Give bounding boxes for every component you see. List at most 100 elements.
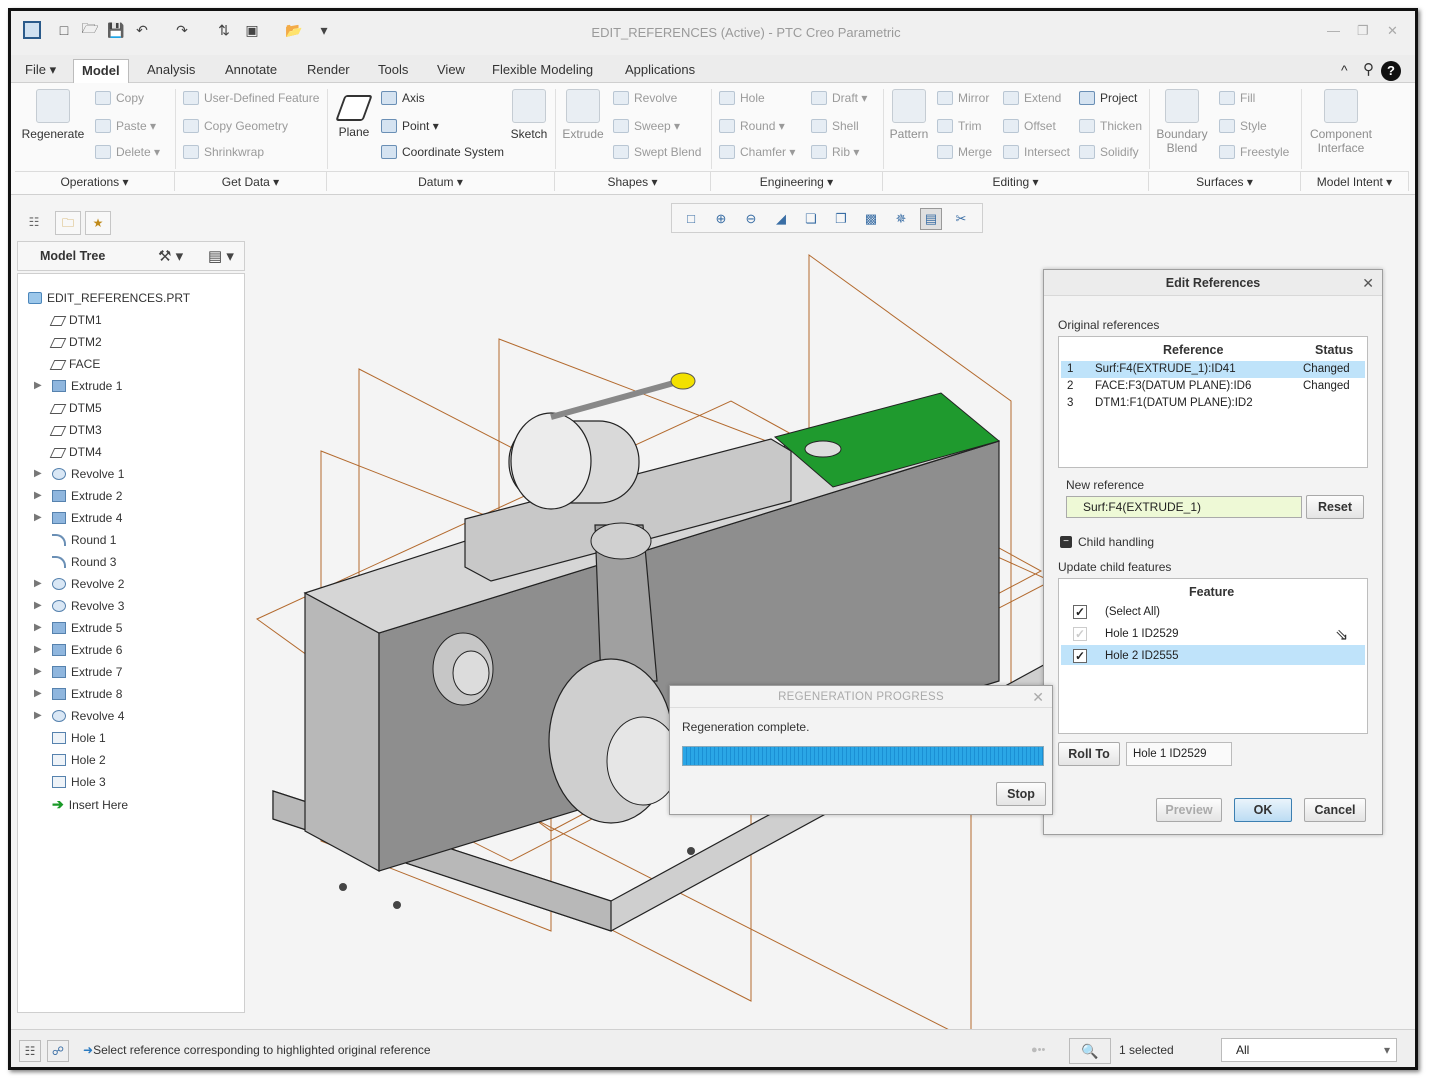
tree-show-icon[interactable]: ▤ ▾: [208, 247, 234, 265]
hole2-checkbox[interactable]: ✓: [1073, 649, 1087, 663]
close-icon[interactable]: ✕: [1362, 275, 1374, 292]
roll-to-field[interactable]: Hole 1 ID2529: [1126, 742, 1232, 766]
expand-icon[interactable]: ▶: [34, 618, 42, 638]
expand-icon[interactable]: ▶: [34, 706, 42, 726]
refit-icon[interactable]: □: [680, 208, 702, 230]
chamfer-button[interactable]: Chamfer ▾: [719, 145, 795, 159]
undo-icon[interactable]: ↶: [133, 21, 151, 39]
collapse-icon[interactable]: −: [1060, 536, 1072, 548]
windows-icon[interactable]: ▣: [243, 21, 261, 39]
search-icon[interactable]: ⚲: [1355, 59, 1382, 83]
saved-orientations-icon[interactable]: ❐: [830, 208, 852, 230]
tree-item[interactable]: ▶ Revolve 2: [34, 574, 124, 594]
tree-item[interactable]: Hole 1: [52, 728, 106, 748]
sketch-button[interactable]: Sketch: [507, 89, 551, 141]
merge-button[interactable]: Merge: [937, 145, 992, 159]
expand-icon[interactable]: ▶: [34, 508, 42, 528]
pattern-button[interactable]: Pattern: [889, 89, 929, 141]
tree-item[interactable]: Round 1: [52, 530, 116, 550]
help-icon[interactable]: ?: [1381, 61, 1401, 81]
tree-item[interactable]: ▶ Extrude 5: [34, 618, 122, 638]
group-editing[interactable]: Editing ▾: [883, 171, 1149, 191]
tree-item[interactable]: EDIT_REFERENCES.PRT: [28, 288, 190, 308]
boundary-blend-button[interactable]: Boundary Blend: [1151, 89, 1213, 155]
delete-button[interactable]: Delete ▾: [95, 145, 160, 159]
tab-view[interactable]: View: [429, 59, 473, 83]
intersect-button[interactable]: Intersect: [1003, 145, 1070, 159]
shell-button[interactable]: Shell: [811, 119, 859, 133]
extend-button[interactable]: Extend: [1003, 91, 1061, 105]
ok-button[interactable]: OK: [1234, 798, 1292, 822]
close-icon[interactable]: ✕: [1032, 689, 1044, 706]
tree-item[interactable]: FACE: [49, 354, 100, 374]
tree-item[interactable]: Hole 2: [52, 750, 106, 770]
annotation-display-icon[interactable]: ▤: [920, 208, 942, 230]
draft-button[interactable]: Draft ▾: [811, 91, 867, 105]
tab-model[interactable]: Model: [73, 59, 129, 83]
solidify-button[interactable]: Solidify: [1079, 145, 1139, 159]
folder-browser-icon[interactable]: 🗀: [55, 211, 81, 235]
tree-item[interactable]: ▶ Revolve 4: [34, 706, 124, 726]
maximize-icon[interactable]: ❐: [1357, 23, 1369, 39]
open-icon[interactable]: 🗁: [81, 20, 99, 39]
display-style-icon[interactable]: ❏: [800, 208, 822, 230]
tree-item[interactable]: ▶ Extrude 1: [34, 376, 122, 396]
close-window-icon[interactable]: 📂: [285, 21, 303, 39]
expand-icon[interactable]: ▶: [34, 662, 42, 682]
repaint-icon[interactable]: ◢: [770, 208, 792, 230]
tree-item[interactable]: DTM1: [49, 310, 102, 330]
offset-button[interactable]: Offset: [1003, 119, 1056, 133]
expand-icon[interactable]: ▶: [34, 684, 42, 704]
collapse-ribbon-icon[interactable]: ^: [1333, 59, 1356, 83]
datum-display-icon[interactable]: ✵: [890, 208, 912, 230]
close-icon[interactable]: ✕: [1387, 23, 1398, 39]
tree-item[interactable]: ▶ Extrude 7: [34, 662, 122, 682]
tab-render[interactable]: Render: [299, 59, 358, 83]
expand-icon[interactable]: ▶: [34, 574, 42, 594]
hole-button[interactable]: Hole: [719, 91, 765, 105]
group-get-data[interactable]: Get Data ▾: [175, 171, 327, 191]
view-manager-icon[interactable]: ▩: [860, 208, 882, 230]
tree-item[interactable]: Round 3: [52, 552, 116, 572]
spin-center-icon[interactable]: ✂: [950, 208, 972, 230]
tab-analysis[interactable]: Analysis: [139, 59, 203, 83]
rib-button[interactable]: Rib ▾: [811, 145, 859, 159]
tab-tools[interactable]: Tools: [370, 59, 416, 83]
file-menu[interactable]: File ▾: [17, 59, 64, 83]
group-datum[interactable]: Datum ▾: [327, 171, 555, 191]
swept-blend-button[interactable]: Swept Blend: [613, 145, 701, 159]
app-icon[interactable]: [23, 21, 41, 39]
save-icon[interactable]: 💾: [107, 21, 125, 39]
copy-geometry-button[interactable]: Copy Geometry: [183, 119, 288, 133]
hole1-checkbox[interactable]: ✓: [1073, 627, 1087, 641]
regenerate-button[interactable]: Regenerate: [21, 89, 85, 141]
tree-item[interactable]: ▶ Extrude 8: [34, 684, 122, 704]
new-icon[interactable]: □: [55, 21, 73, 39]
trim-button[interactable]: Trim: [937, 119, 982, 133]
point-button[interactable]: Point ▾: [381, 119, 439, 133]
group-surfaces[interactable]: Surfaces ▾: [1149, 171, 1301, 191]
tree-item[interactable]: ▶ Revolve 3: [34, 596, 124, 616]
tree-item[interactable]: DTM5: [49, 398, 102, 418]
tree-item[interactable]: DTM4: [49, 442, 102, 462]
roll-to-icon[interactable]: ⇘: [1335, 625, 1348, 645]
mirror-button[interactable]: Mirror: [937, 91, 989, 105]
freestyle-button[interactable]: Freestyle: [1219, 145, 1289, 159]
tree-item[interactable]: ▶ Extrude 2: [34, 486, 122, 506]
style-button[interactable]: Style: [1219, 119, 1267, 133]
group-engineering[interactable]: Engineering ▾: [711, 171, 883, 191]
tree-item[interactable]: DTM2: [49, 332, 102, 352]
expand-icon[interactable]: ▶: [34, 464, 42, 484]
preview-button[interactable]: Preview: [1156, 798, 1222, 822]
copy-button[interactable]: Copy: [95, 91, 144, 105]
select-all-checkbox[interactable]: ✓: [1073, 605, 1087, 619]
project-button[interactable]: Project: [1079, 91, 1137, 105]
component-interface-button[interactable]: Component Interface: [1305, 89, 1377, 155]
tab-flexible-modeling[interactable]: Flexible Modeling: [484, 59, 601, 83]
redo-icon[interactable]: ↷: [173, 21, 191, 39]
reset-button[interactable]: Reset: [1306, 495, 1364, 519]
model-tree-icon[interactable]: ☷: [21, 211, 47, 235]
shrinkwrap-button[interactable]: Shrinkwrap: [183, 145, 264, 159]
cancel-button[interactable]: Cancel: [1304, 798, 1366, 822]
round-button[interactable]: Round ▾: [719, 119, 785, 133]
